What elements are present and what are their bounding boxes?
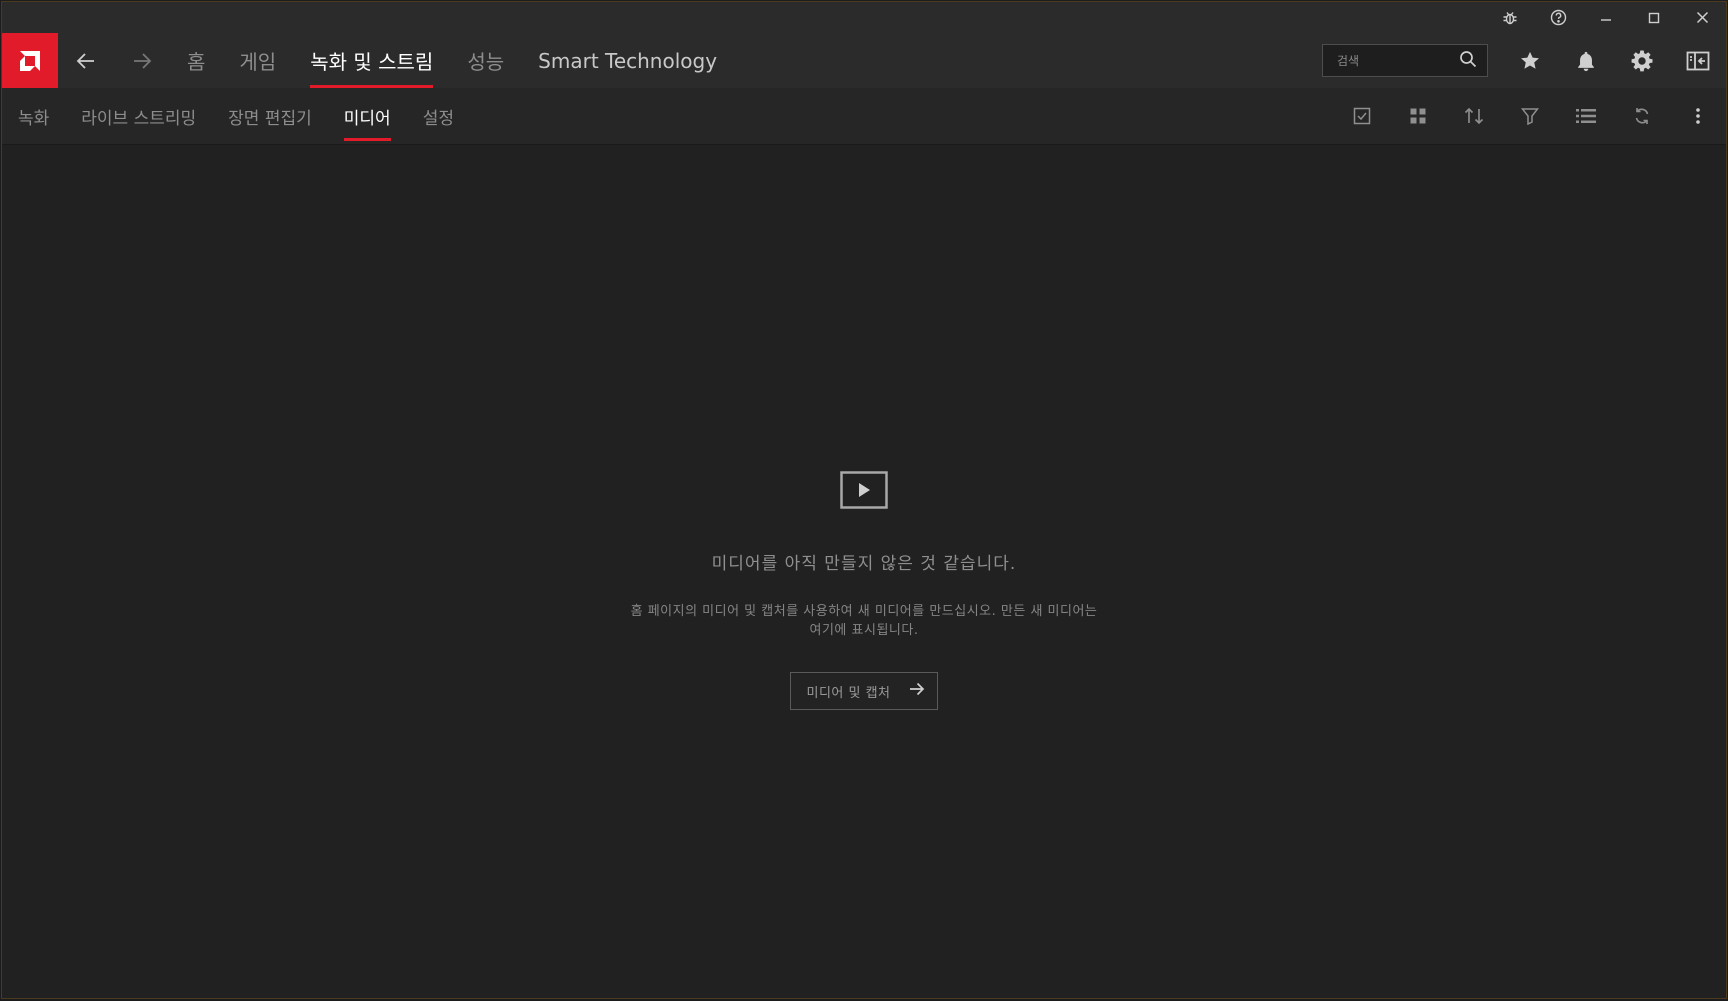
refresh-icon[interactable]: [1614, 88, 1670, 144]
empty-state-description: 홈 페이지의 미디어 및 캡처를 사용하여 새 미디어를 만드십시오. 만든 새…: [630, 604, 1098, 638]
title-bar: [2, 2, 1726, 33]
subtab-settings[interactable]: 설정: [407, 88, 470, 144]
main-navigation: 홈 게임 녹화 및 스트림 성능 Smart Technology: [2, 33, 1726, 88]
app-window: 홈 게임 녹화 및 스트림 성능 Smart Technology 검색 녹화 …: [1, 1, 1727, 999]
maximize-icon[interactable]: [1630, 2, 1678, 33]
media-toolbar: [1334, 88, 1726, 144]
search-icon[interactable]: [1459, 50, 1477, 72]
help-icon[interactable]: [1534, 2, 1582, 33]
arrow-right-icon: [909, 682, 925, 700]
list-view-icon[interactable]: [1558, 88, 1614, 144]
subtab-recording[interactable]: 녹화: [2, 88, 65, 144]
subtab-live-streaming[interactable]: 라이브 스트리밍: [65, 88, 212, 144]
media-content-area: 미디어를 아직 만들지 않은 것 같습니다. 홈 페이지의 미디어 및 캡처를 …: [2, 145, 1726, 998]
star-icon[interactable]: [1502, 33, 1558, 88]
sort-icon[interactable]: [1446, 88, 1502, 144]
forward-arrow-icon[interactable]: [114, 33, 170, 88]
sub-navigation: 녹화 라이브 스트리밍 장면 편집기 미디어 설정: [2, 88, 1726, 145]
search-box[interactable]: [1322, 44, 1488, 77]
media-capture-button-label: 미디어 및 캡처: [806, 685, 891, 701]
media-capture-button[interactable]: 미디어 및 캡처: [790, 672, 938, 710]
nav-tab-performance[interactable]: 성능: [450, 33, 521, 88]
back-arrow-icon[interactable]: [58, 33, 114, 88]
subtab-scene-editor[interactable]: 장면 편집기: [212, 88, 328, 144]
subtab-media[interactable]: 미디어: [328, 88, 407, 144]
main-nav-actions: [1322, 33, 1726, 88]
minimize-icon[interactable]: [1582, 2, 1630, 33]
close-icon[interactable]: [1678, 2, 1726, 33]
nav-tab-smart-technology[interactable]: Smart Technology: [521, 33, 734, 88]
grid-view-icon[interactable]: [1390, 88, 1446, 144]
empty-state-title: 미디어를 아직 만들지 않은 것 같습니다.: [711, 554, 1017, 574]
search-input[interactable]: [1337, 53, 1447, 68]
nav-tab-home[interactable]: 홈: [170, 33, 222, 88]
nav-tab-record-stream[interactable]: 녹화 및 스트림: [293, 33, 450, 88]
bell-icon[interactable]: [1558, 33, 1614, 88]
gear-icon[interactable]: [1614, 33, 1670, 88]
sidebar-toggle-icon[interactable]: [1670, 33, 1726, 88]
nav-tab-games[interactable]: 게임: [222, 33, 293, 88]
amd-logo[interactable]: [2, 33, 58, 88]
select-checkbox-icon[interactable]: [1334, 88, 1390, 144]
media-play-icon: [840, 471, 888, 509]
bug-icon[interactable]: [1486, 2, 1534, 33]
filter-icon[interactable]: [1502, 88, 1558, 144]
empty-state: 미디어를 아직 만들지 않은 것 같습니다. 홈 페이지의 미디어 및 캡처를 …: [2, 471, 1726, 710]
more-vertical-icon[interactable]: [1670, 88, 1726, 144]
